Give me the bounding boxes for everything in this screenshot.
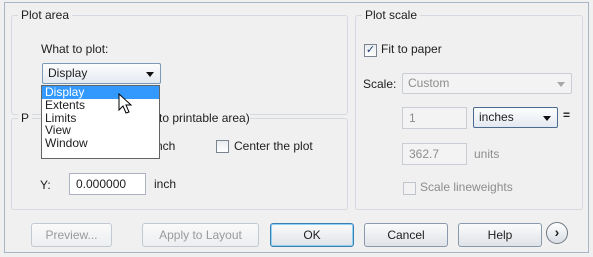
paper-units-input[interactable]: 1 <box>402 107 467 129</box>
equals-sign: = <box>563 108 571 122</box>
scale-value: Custom <box>408 76 450 90</box>
what-to-plot-label: What to plot: <box>41 42 109 56</box>
ok-button[interactable]: OK <box>270 223 354 247</box>
drawing-units-value: 362.7 <box>409 147 440 161</box>
dropdown-option-extents[interactable]: Extents <box>42 98 159 112</box>
scale-combo[interactable]: Custom <box>402 73 572 94</box>
paper-unit-value: inches <box>479 110 514 124</box>
chevron-right-icon: › <box>554 224 560 240</box>
center-plot-label: Center the plot <box>234 139 313 153</box>
fit-to-paper-checkbox[interactable]: ✓ <box>364 44 377 57</box>
apply-to-layout-button[interactable]: Apply to Layout <box>142 223 259 247</box>
scale-lineweights-checkbox[interactable] <box>403 182 416 195</box>
plot-scale-legend: Plot scale <box>362 8 421 22</box>
y-offset-label: Y: <box>40 178 51 192</box>
fit-to-paper-label: Fit to paper <box>381 42 442 56</box>
what-to-plot-value: Display <box>48 66 88 80</box>
dropdown-option-window[interactable]: Window <box>42 137 159 150</box>
what-to-plot-dropdown[interactable]: Display Extents Limits View Window <box>41 85 160 159</box>
chevron-down-icon <box>146 72 154 77</box>
plot-area-legend: Plot area <box>18 8 73 22</box>
mouse-pointer-icon <box>118 93 133 114</box>
what-to-plot-combo[interactable]: Display <box>42 63 161 84</box>
plot-offset-legend-rest: to printable area) <box>159 111 250 125</box>
scale-label: Scale: <box>363 77 397 91</box>
paper-units-value: 1 <box>409 111 416 125</box>
y-unit-label: inch <box>154 177 177 191</box>
cancel-button[interactable]: Cancel <box>364 223 448 247</box>
paper-unit-combo[interactable]: inches <box>473 107 558 128</box>
scale-lineweights-label: Scale lineweights <box>420 180 513 194</box>
y-offset-input[interactable]: 0.000000 <box>69 173 146 195</box>
preview-button[interactable]: Preview... <box>31 223 112 247</box>
plot-offset-legend-start: P <box>18 111 33 125</box>
chevron-down-icon <box>557 82 565 87</box>
more-options-button[interactable]: › <box>546 222 568 244</box>
dropdown-option-display[interactable]: Display <box>42 86 159 99</box>
center-plot-checkbox[interactable] <box>216 140 229 153</box>
drawing-units-input[interactable]: 362.7 <box>402 143 467 165</box>
chevron-down-icon <box>543 116 551 121</box>
help-button[interactable]: Help <box>458 223 542 247</box>
y-offset-value: 0.000000 <box>76 177 127 191</box>
drawing-units-label: units <box>474 147 500 161</box>
